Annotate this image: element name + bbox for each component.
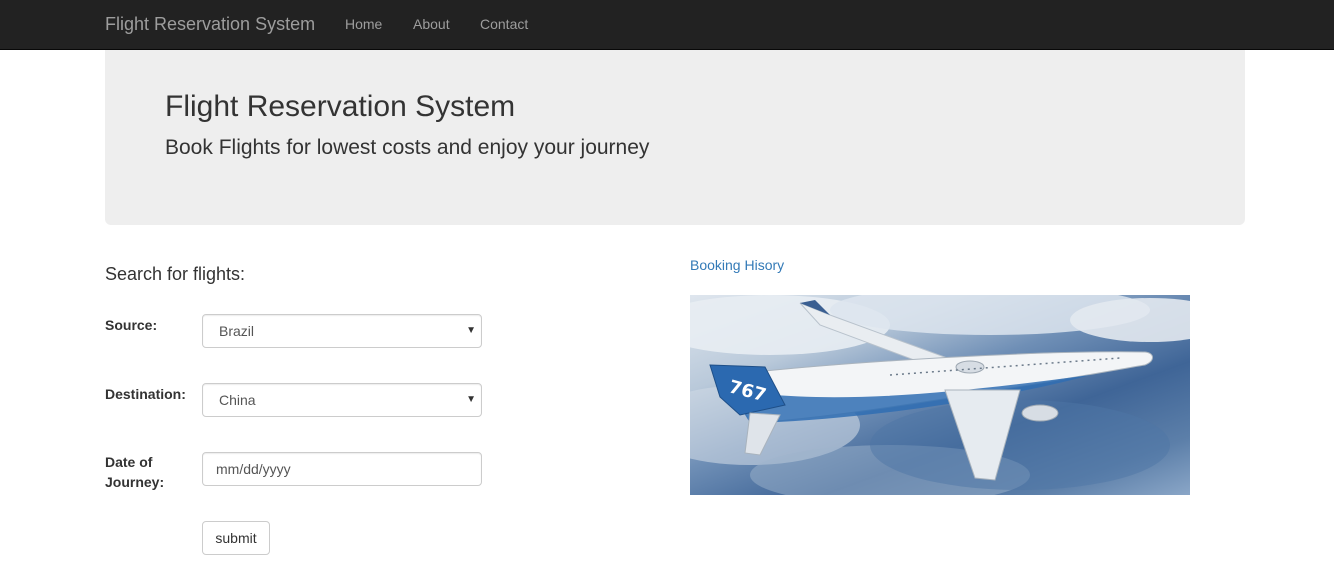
date-of-journey-input[interactable]: mm/dd/yyyy [202, 452, 482, 486]
nav-link-about[interactable]: About [413, 16, 450, 33]
airplane-illustration: 767 [690, 295, 1190, 495]
source-label: Source: [105, 317, 158, 333]
search-heading: Search for flights: [105, 264, 246, 284]
destination-selected-value: China [219, 392, 256, 408]
chevron-down-icon: ▼ [466, 394, 476, 405]
navbar-brand[interactable]: Flight Reservation System [105, 14, 315, 34]
source-selected-value: Brazil [219, 323, 255, 339]
chevron-down-icon: ▼ [466, 325, 476, 336]
date-label: Date of Journey: [105, 454, 165, 490]
page-subtitle: Book Flights for lowest costs and enjoy … [165, 136, 650, 159]
destination-select[interactable]: China ▼ [202, 383, 482, 417]
nav-link-contact[interactable]: Contact [480, 16, 528, 33]
page-title: Flight Reservation System [165, 90, 516, 123]
top-navbar: Flight Reservation System Home About Con… [0, 0, 1334, 50]
jumbotron: Flight Reservation System Book Flights f… [105, 50, 1245, 225]
nav-link-home[interactable]: Home [345, 16, 382, 33]
submit-button[interactable]: submit [202, 521, 270, 555]
booking-history-link[interactable]: Booking Hisory [690, 257, 784, 274]
source-select[interactable]: Brazil ▼ [202, 314, 482, 348]
airplane-photo: 767 [690, 295, 1190, 495]
destination-label: Destination: [105, 386, 186, 402]
